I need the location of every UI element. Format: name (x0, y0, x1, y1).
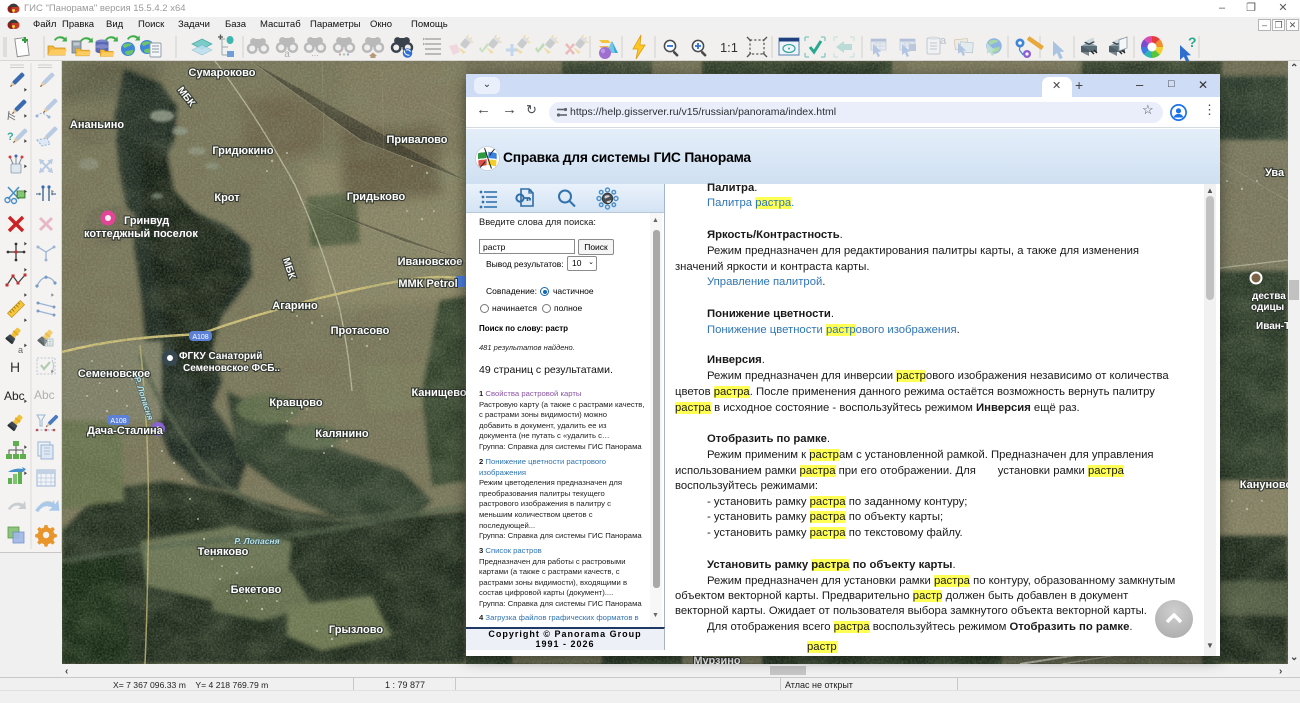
svg-text:Ананьино: Ананьино (70, 119, 125, 131)
svg-text:?: ? (7, 131, 14, 143)
svg-text:H: H (10, 359, 20, 375)
svg-text:ММК Petrol: ММК Petrol (398, 278, 457, 290)
svg-text:Теняково: Теняково (198, 546, 249, 558)
svg-text:Кануново: Кануново (1240, 479, 1288, 491)
svg-text:Abc: Abc (4, 389, 25, 403)
svg-text:Ивановское: Ивановское (398, 256, 463, 268)
svg-text:?: ? (1188, 34, 1197, 50)
svg-text:a: a (284, 49, 290, 60)
svg-text:А108: А108 (110, 418, 126, 425)
svg-text:a: a (18, 345, 23, 355)
svg-text:А108: А108 (192, 334, 208, 341)
svg-text:Р. Лопасня: Р. Лопасня (234, 536, 279, 546)
svg-text:Грызлово: Грызлово (329, 624, 383, 636)
svg-text:Гридьково: Гридьково (347, 191, 406, 203)
svg-text:Гридюкино: Гридюкино (212, 145, 274, 157)
svg-text:дества: дества (1252, 291, 1286, 302)
svg-text:Дача-Сталина: Дача-Сталина (87, 425, 164, 437)
svg-text:Мурзино: Мурзино (693, 655, 741, 664)
svg-text:Калянино: Калянино (315, 428, 368, 440)
svg-text:Бекетово: Бекетово (231, 584, 282, 596)
svg-text:Гринвуд: Гринвуд (124, 215, 169, 227)
svg-text:a: a (940, 35, 947, 47)
svg-text:коттеджный поселок: коттеджный поселок (84, 228, 198, 240)
svg-text:Протасово: Протасово (331, 325, 390, 337)
svg-text:Ува: Ува (1265, 167, 1285, 179)
svg-text:Крот: Крот (214, 192, 240, 204)
svg-text:...: ... (311, 48, 319, 58)
svg-text:Семеновское ФСБ..: Семеновское ФСБ.. (183, 363, 280, 374)
svg-text:1:1: 1:1 (720, 40, 738, 55)
svg-text:ФГКУ Санаторий: ФГКУ Санаторий (179, 351, 262, 362)
svg-text:Агарино: Агарино (272, 300, 318, 312)
svg-text:одицы: одицы (1251, 302, 1284, 313)
svg-text:Abc: Abc (34, 388, 55, 402)
svg-text:Канищево: Канищево (411, 387, 466, 399)
svg-text:Привалово: Привалово (386, 134, 447, 146)
svg-text:Иван-Те: Иван-Те (1256, 321, 1288, 332)
svg-text:Кравцово: Кравцово (269, 397, 322, 409)
svg-text:Сумароково: Сумароково (189, 67, 256, 79)
